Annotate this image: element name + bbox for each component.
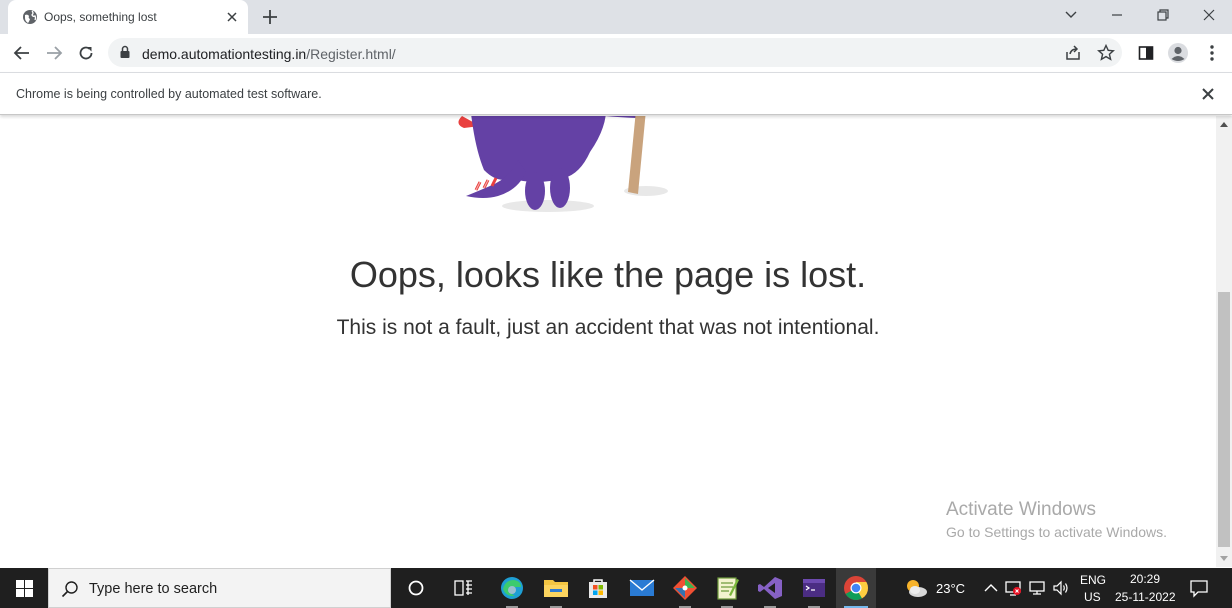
arrow-right-icon [47, 46, 63, 60]
notifications-icon[interactable] [1189, 578, 1209, 598]
visual-studio-taskbar-app[interactable] [750, 568, 790, 608]
folder-icon [544, 580, 568, 597]
chevron-up-icon[interactable] [982, 579, 1000, 597]
terminal-icon [803, 579, 825, 597]
lost-monster-illustration [458, 116, 668, 212]
mail-envelope-icon [629, 579, 655, 596]
windows-taskbar: Type here to search 23°C ENG US 20:29 25… [0, 568, 1232, 608]
scroll-thumb[interactable] [1218, 292, 1230, 547]
language-region[interactable]: US [1084, 590, 1101, 604]
automation-infobar: Chrome is being controlled by automated … [0, 72, 1232, 115]
close-infobar-icon[interactable] [1199, 85, 1217, 103]
store-bag-icon [589, 579, 607, 598]
arrow-left-icon [13, 46, 29, 60]
close-window-button[interactable] [1186, 0, 1232, 30]
address-bar[interactable]: demo.automationtesting.in/Register.html/ [108, 38, 1122, 67]
network-icon[interactable] [1028, 579, 1046, 597]
start-button[interactable] [0, 568, 48, 608]
page-title: Oops, looks like the page is lost. [349, 254, 867, 295]
back-button[interactable] [10, 41, 34, 65]
notepad-plus-plus-taskbar-app[interactable] [707, 568, 747, 608]
reload-button[interactable] [74, 41, 98, 65]
chevron-down-icon [1065, 11, 1077, 18]
restore-icon [1157, 9, 1169, 21]
globe-icon [23, 10, 37, 24]
browser-tab[interactable]: Oops, something lost [8, 0, 248, 34]
activate-windows-title: Activate Windows [946, 499, 1096, 520]
side-panel-button[interactable] [1134, 41, 1158, 65]
chrome-icon [844, 576, 868, 601]
tab-strip: Oops, something lost [0, 0, 1232, 34]
tab-title: Oops, something lost [44, 10, 157, 24]
minimize-button[interactable] [1094, 0, 1140, 30]
more-vert-icon [1210, 45, 1214, 61]
terminal-taskbar-app[interactable] [794, 568, 834, 608]
minimize-icon [1112, 14, 1122, 16]
triangle-up-icon [1220, 122, 1228, 127]
infobar-message: Chrome is being controlled by automated … [16, 87, 322, 101]
security-alert-icon[interactable] [1004, 579, 1022, 597]
search-placeholder: Type here to search [89, 581, 218, 597]
cortana-button[interactable] [396, 568, 436, 608]
scroll-up-button[interactable] [1216, 116, 1232, 132]
menu-button[interactable] [1200, 41, 1224, 65]
reload-icon [79, 46, 93, 60]
avatar-icon [1168, 43, 1188, 63]
notepad-icon [717, 577, 739, 600]
language-code[interactable]: ENG [1080, 573, 1106, 587]
chrome-taskbar-app[interactable] [836, 568, 876, 608]
url-text: demo.automationtesting.in/Register.html/ [142, 46, 396, 62]
git-taskbar-app[interactable] [665, 568, 705, 608]
clock-time[interactable]: 20:29 [1130, 572, 1160, 586]
task-view-button[interactable] [444, 568, 484, 608]
weather-partly-cloudy-icon[interactable] [904, 577, 928, 599]
url-path: /Register.html/ [306, 46, 396, 62]
page-content: Oops, looks like the page is lost. This … [0, 116, 1216, 567]
profile-button[interactable] [1166, 41, 1190, 65]
lock-icon[interactable] [118, 45, 132, 59]
page-subtitle: This is not a fault, just an accident th… [336, 316, 880, 339]
side-panel-icon [1138, 46, 1154, 60]
tab-search-button[interactable] [1048, 0, 1094, 30]
volume-icon[interactable] [1052, 579, 1070, 597]
bookmark-star-icon[interactable] [1096, 43, 1116, 63]
close-icon [1203, 9, 1215, 21]
clock-date[interactable]: 25-11-2022 [1115, 590, 1176, 604]
url-host: demo.automationtesting.in [142, 46, 307, 62]
share-icon[interactable] [1063, 43, 1083, 63]
activate-windows-subtitle: Go to Settings to activate Windows. [946, 524, 1167, 540]
new-tab-icon[interactable] [260, 7, 280, 27]
scroll-down-button[interactable] [1216, 551, 1232, 567]
visual-studio-icon [758, 577, 782, 599]
search-icon [61, 581, 78, 598]
edge-icon [501, 577, 523, 599]
windows-logo-icon [15, 579, 33, 597]
task-view-icon [454, 580, 472, 596]
weather-temperature[interactable]: 23°C [936, 581, 965, 596]
edge-taskbar-app[interactable] [492, 568, 532, 608]
mail-taskbar-app[interactable] [622, 568, 662, 608]
restore-button[interactable] [1140, 0, 1186, 30]
vertical-scrollbar[interactable] [1216, 116, 1232, 567]
taskbar-search-box[interactable]: Type here to search [48, 568, 391, 608]
file-explorer-taskbar-app[interactable] [536, 568, 576, 608]
triangle-down-icon [1220, 556, 1228, 561]
close-tab-icon[interactable] [224, 9, 240, 25]
store-taskbar-app[interactable] [578, 568, 618, 608]
git-diamond-icon [673, 576, 697, 600]
forward-button[interactable] [42, 41, 66, 65]
browser-toolbar: demo.automationtesting.in/Register.html/ [0, 34, 1232, 72]
cortana-circle-icon [408, 580, 424, 596]
